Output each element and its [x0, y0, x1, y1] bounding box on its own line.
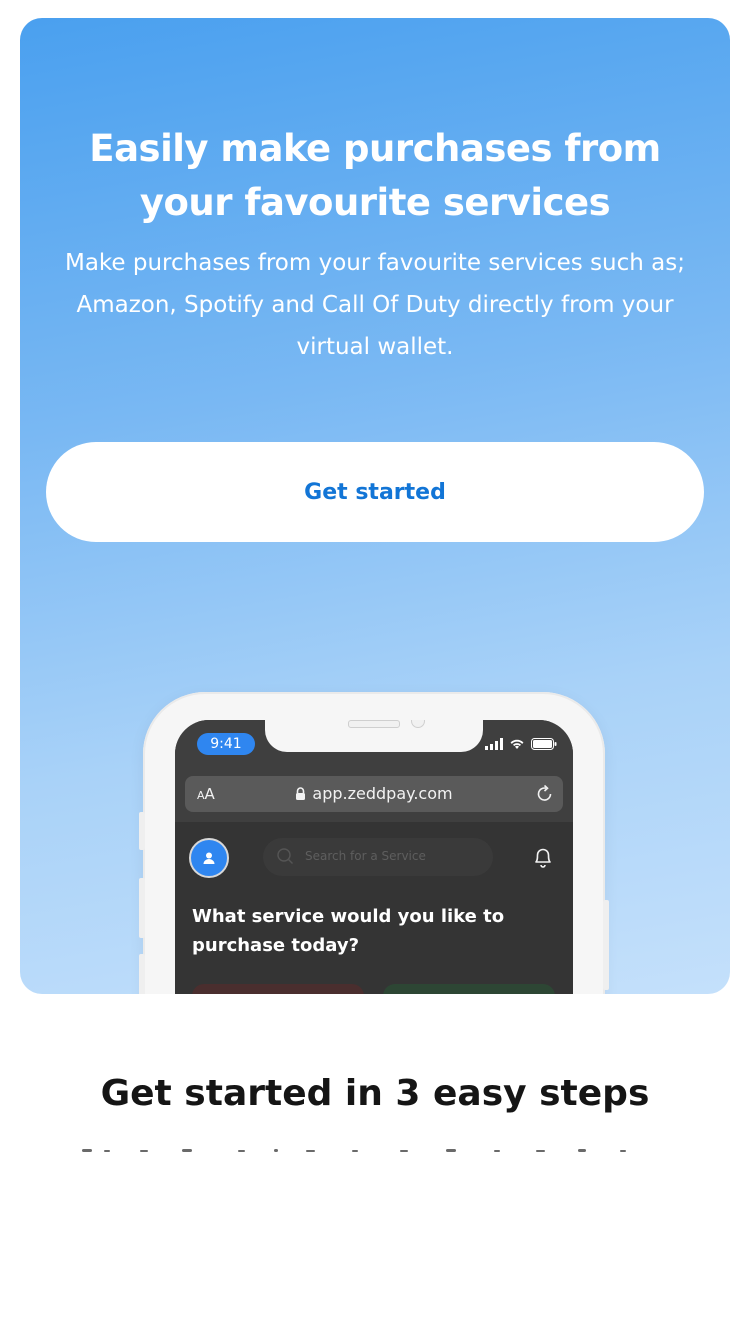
- service-question: What service would you like to purchase …: [192, 906, 505, 956]
- battery-icon: [531, 738, 557, 750]
- hero-title: Easily make purchases from your favourit…: [89, 127, 661, 224]
- steps-heading: Get started in 3 easy steps: [100, 1073, 650, 1114]
- reload-icon[interactable]: [535, 783, 555, 805]
- hero-section: Easily make purchases from your favourit…: [20, 18, 730, 994]
- phone-side-button: [139, 812, 145, 850]
- service-card[interactable]: [192, 984, 364, 994]
- phone-side-button: [603, 900, 609, 990]
- avatar[interactable]: [189, 838, 229, 878]
- search-icon: [277, 848, 293, 864]
- phone-speaker: [348, 720, 400, 728]
- url-text: app.zeddpay.com: [312, 784, 453, 803]
- user-icon: [203, 852, 215, 864]
- phone-mockup: 9:41 AA app.zeddpay.com Search for a Ser…: [139, 692, 609, 994]
- hero-subtitle: Make purchases from your favourite servi…: [64, 250, 685, 360]
- get-started-button[interactable]: Get started: [46, 442, 704, 542]
- steps-subtitle-clipped: [0, 1140, 750, 1152]
- status-time: 9:41: [197, 733, 255, 755]
- phone-side-button: [139, 954, 145, 994]
- search-input[interactable]: Search for a Service: [263, 838, 493, 876]
- wifi-icon: [510, 739, 524, 749]
- lock-icon: [296, 787, 306, 800]
- steps-subtitle-glimpse: [82, 1149, 626, 1152]
- search-placeholder: Search for a Service: [305, 849, 426, 863]
- bell-icon[interactable]: [533, 846, 553, 868]
- signal-icon: [485, 738, 503, 750]
- phone-screen: 9:41 AA app.zeddpay.com Search for a Ser…: [175, 720, 573, 994]
- browser-url-bar[interactable]: AA app.zeddpay.com: [185, 776, 563, 812]
- url-text-wrap: app.zeddpay.com: [185, 784, 563, 803]
- service-card[interactable]: [383, 984, 555, 994]
- status-icons: [485, 736, 557, 752]
- phone-side-button: [139, 878, 145, 938]
